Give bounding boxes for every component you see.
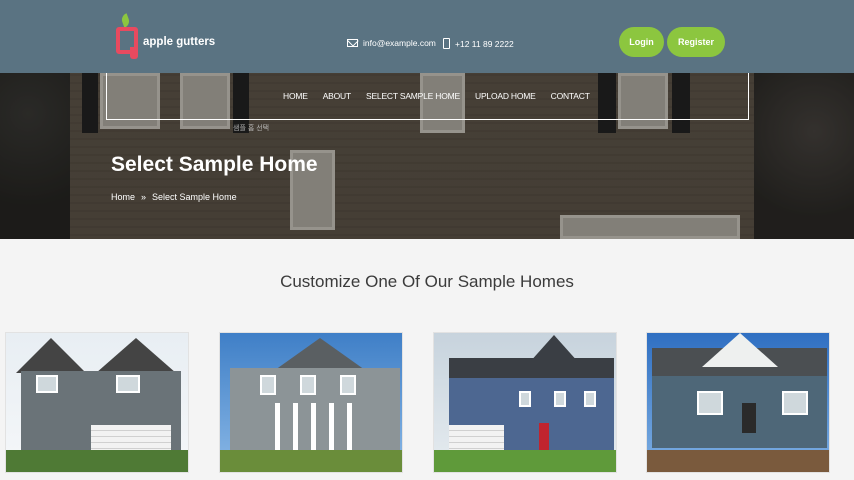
card-gable [702, 333, 778, 367]
card-window [782, 391, 808, 415]
breadcrumb: Home » Select Sample Home [111, 192, 237, 202]
card-door [539, 423, 549, 451]
nav-item-about[interactable]: ABOUT [323, 91, 351, 101]
site-header: apple gutters info@example.com +12 11 89… [0, 0, 854, 73]
card-window [116, 375, 140, 393]
card-door [742, 403, 756, 433]
breadcrumb-home-link[interactable]: Home [111, 192, 135, 202]
nav-item-contact[interactable]: CONTACT [551, 91, 590, 101]
breadcrumb-current: Select Sample Home [152, 192, 237, 202]
card-window [554, 391, 566, 407]
card-porch-columns [275, 403, 355, 453]
card-roof [529, 335, 579, 363]
nav-item-select-sample-home[interactable]: SELECT SAMPLE HOME [366, 91, 460, 101]
card-lawn [6, 450, 188, 472]
card-window [519, 391, 531, 407]
mail-icon [347, 39, 358, 47]
sample-home-card[interactable] [5, 332, 189, 473]
nav-item-upload-home[interactable]: UPLOAD HOME [475, 91, 536, 101]
header-email[interactable]: info@example.com [347, 38, 436, 48]
hero-small-label: 샘플 홈 선택 [233, 125, 270, 132]
card-window [697, 391, 723, 415]
card-garage [449, 425, 504, 453]
card-roof [16, 338, 86, 373]
sample-home-card[interactable] [646, 332, 830, 473]
card-window [300, 375, 316, 395]
brand-logo[interactable]: apple gutters [116, 13, 236, 62]
nav-item-home[interactable]: HOME [283, 91, 308, 101]
phone-icon [443, 38, 450, 49]
card-window [584, 391, 596, 407]
header-phone[interactable]: +12 11 89 2222 [443, 38, 514, 49]
email-text: info@example.com [363, 38, 436, 48]
card-window [36, 375, 58, 393]
logo-mark-icon [116, 27, 138, 59]
sample-home-card[interactable] [219, 332, 403, 473]
main-nav: HOME ABOUT SELECT SAMPLE HOME UPLOAD HOM… [283, 91, 590, 101]
chevron-right-icon: » [141, 192, 147, 202]
card-lawn [647, 450, 829, 472]
card-window [340, 375, 356, 395]
card-lawn [220, 450, 402, 472]
register-button[interactable]: Register [667, 27, 725, 57]
brand-name: apple gutters [143, 36, 216, 48]
card-window [260, 375, 276, 395]
card-lawn [434, 450, 616, 472]
sample-home-card[interactable] [433, 332, 617, 473]
card-roof [275, 338, 365, 370]
phone-text: +12 11 89 2222 [455, 38, 514, 49]
leaf-icon [119, 13, 132, 28]
section-title: Customize One Of Our Sample Homes [280, 272, 574, 291]
page-title: Select Sample Home [111, 153, 318, 176]
card-roof [96, 338, 176, 373]
login-button[interactable]: Login [619, 27, 664, 57]
